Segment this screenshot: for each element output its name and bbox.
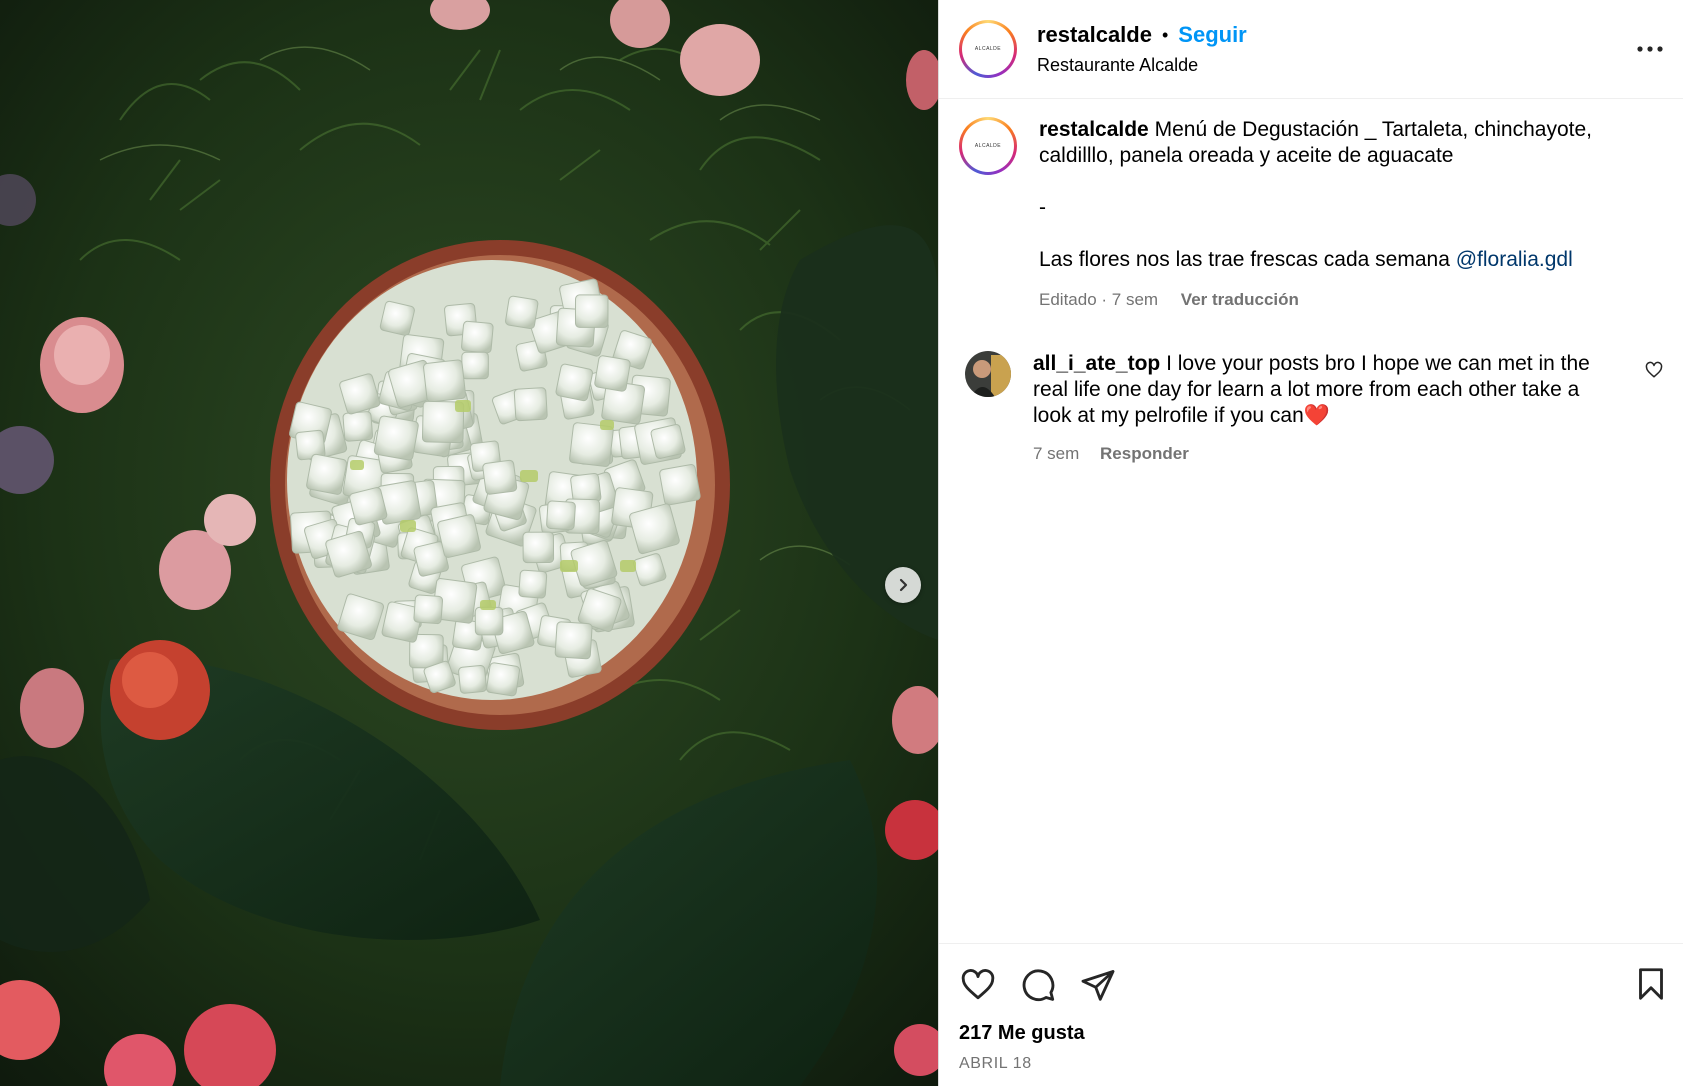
caption-text-2: Las flores nos las trae frescas cada sem… <box>1039 248 1456 271</box>
caption-mention-link[interactable]: @floralia.gdl <box>1456 248 1573 271</box>
header-username[interactable]: restalcalde <box>1037 22 1152 48</box>
comment-time: 7 sem <box>1033 444 1080 463</box>
avatar-logo-text: ALCALDE <box>964 25 1012 73</box>
action-bar <box>959 944 1663 1026</box>
next-image-button[interactable] <box>885 567 921 603</box>
caption: ALCALDE restalcalde Menú de Degustación … <box>959 117 1663 313</box>
comment-icon <box>1022 969 1055 1002</box>
caption-avatar[interactable]: ALCALDE <box>959 117 1017 175</box>
caption-username[interactable]: restalcalde <box>1039 118 1149 141</box>
likes-count[interactable]: 217 Me gusta <box>959 1022 1663 1045</box>
post-sidebar: ALCALDE restalcalde • Seguir Restaurante… <box>938 0 1683 1086</box>
post-image[interactable] <box>0 0 938 1086</box>
post-footer: 217 Me gusta ABRIL 18 <box>939 943 1683 1086</box>
save-button[interactable] <box>1633 966 1669 1007</box>
send-icon <box>1081 970 1115 1001</box>
caption-edited: Editado · 7 sem <box>1039 290 1159 309</box>
separator-dot: • <box>1161 24 1169 45</box>
post-header: ALCALDE restalcalde • Seguir Restaurante… <box>939 0 1683 99</box>
commenter-username[interactable]: all_i_ate_top <box>1033 352 1160 375</box>
caption-dash: - <box>1039 196 1046 219</box>
profile-avatar[interactable]: ALCALDE <box>959 20 1017 78</box>
header-subtitle[interactable]: Restaurante Alcalde <box>1037 55 1247 76</box>
share-button[interactable] <box>1079 966 1117 1004</box>
comment-item: all_i_ate_top I love your posts bro I ho… <box>959 351 1663 467</box>
bookmark-icon <box>1639 968 1663 1000</box>
more-horizontal-icon <box>1637 46 1663 52</box>
reply-button[interactable]: Responder <box>1100 444 1189 463</box>
heart-icon <box>961 969 995 1000</box>
caption-avatar-logo-text: ALCALDE <box>964 122 1012 170</box>
chevron-right-icon <box>899 578 908 592</box>
commenter-avatar[interactable] <box>965 351 1011 397</box>
comment-button[interactable] <box>1019 966 1057 1004</box>
like-button[interactable] <box>959 966 997 1004</box>
follow-button[interactable]: Seguir <box>1178 22 1246 48</box>
see-translation-link[interactable]: Ver traducción <box>1181 290 1299 309</box>
food-photo <box>0 0 938 1086</box>
post-date: ABRIL 18 <box>959 1055 1032 1072</box>
comment-like-button[interactable] <box>1645 361 1663 384</box>
comments-section: ALCALDE restalcalde Menú de Degustación … <box>939 99 1683 943</box>
heart-icon <box>1645 361 1663 378</box>
post: ALCALDE restalcalde • Seguir Restaurante… <box>0 0 1684 1086</box>
more-options-button[interactable] <box>1637 36 1663 62</box>
